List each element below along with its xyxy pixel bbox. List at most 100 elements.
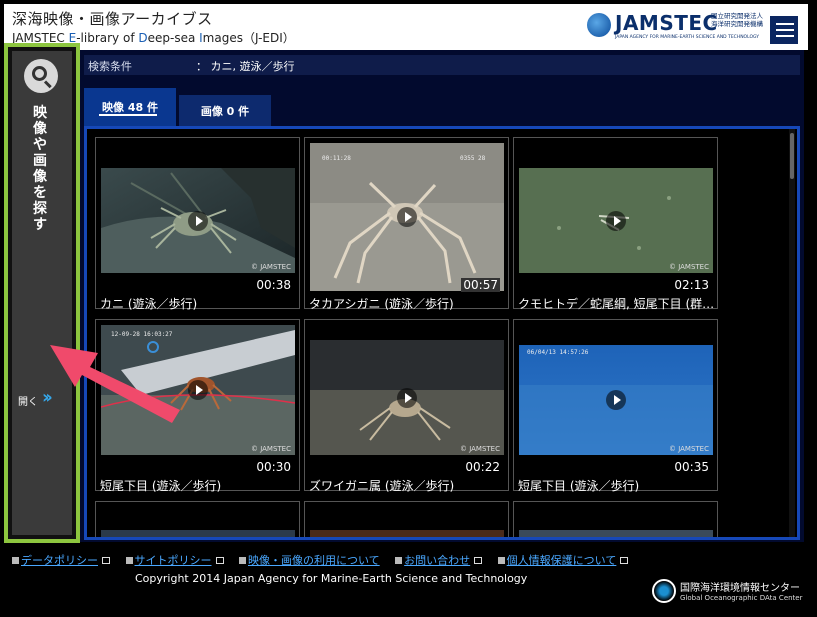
video-caption[interactable]: ズワイガニ属 (遊泳／歩行)	[309, 477, 507, 494]
lens-shape	[32, 66, 47, 81]
search-condition-bar: 検索条件 ： カニ, 遊泳／歩行	[84, 55, 800, 75]
external-link-icon	[102, 557, 110, 564]
video-thumbnail[interactable]: 06/04/13 14:57:26 © JAMSTEC	[519, 345, 713, 455]
footer-link-label: サイトポリシー	[134, 554, 212, 567]
site-footer: データポリシー サイトポリシー 映像・画像の利用について お問い合わせ 個人情報…	[0, 545, 817, 617]
tab-images[interactable]: 画像 0 件	[179, 95, 271, 126]
logo-jp-line1: 国立研究開発法人	[711, 12, 763, 20]
menu-button[interactable]	[768, 14, 800, 46]
video-caption[interactable]: カニ (遊泳／歩行)	[100, 295, 298, 312]
video-card[interactable]: © JAMSTEC 02:13 クモヒトデ／蛇尾綱, 短尾下目 (群集,…	[513, 137, 718, 312]
scrollbar-thumb[interactable]	[790, 133, 794, 179]
square-bullet-icon	[12, 557, 19, 564]
logo-jp-line2: 海洋研究開発機構	[711, 20, 763, 28]
video-card[interactable]	[304, 501, 509, 537]
tab-underline	[99, 114, 157, 116]
video-duration: 00:35	[674, 460, 709, 474]
play-icon	[188, 210, 208, 231]
hamburger-icon	[776, 23, 794, 25]
video-duration: 00:38	[256, 278, 291, 292]
video-thumbnail[interactable]	[101, 530, 295, 537]
logo-jp: 国立研究開発法人 海洋研究開発機構	[679, 12, 763, 28]
watermark: © JAMSTEC	[250, 263, 291, 271]
scrollbar[interactable]	[789, 129, 795, 537]
footer-link-usage[interactable]: 映像・画像の利用について	[239, 552, 380, 568]
external-link-icon	[474, 557, 483, 564]
square-bullet-icon	[497, 557, 505, 564]
watermark: © JAMSTEC	[668, 263, 709, 271]
video-caption[interactable]: 短尾下目 (遊泳／歩行)	[100, 477, 298, 494]
video-card[interactable]	[95, 501, 300, 537]
square-bullet-icon	[125, 557, 133, 564]
jamstec-logo[interactable]: JAMSTEC 国立研究開発法人 海洋研究開発機構 JAPAN AGENCY F…	[587, 11, 767, 45]
globe-icon	[587, 13, 611, 37]
search-condition-value: ： カニ, 遊泳／歩行	[196, 60, 295, 73]
footer-link-data-policy[interactable]: データポリシー	[12, 552, 110, 568]
video-card[interactable]: 00:11:28 0355 28 00:57 タカアシガニ (遊泳／歩行)	[304, 137, 509, 312]
double-chevron-right-icon[interactable]: ››	[42, 387, 53, 408]
site-header: 深海映像・画像アーカイブス JAMSTEC E-library of Deep-…	[4, 4, 808, 50]
video-caption[interactable]: クモヒトデ／蛇尾綱, 短尾下目 (群集,…	[518, 295, 716, 312]
play-icon	[606, 210, 626, 231]
copyright: Copyright 2014 Japan Agency for Marine-E…	[135, 572, 528, 585]
watermark: © JAMSTEC	[250, 445, 291, 453]
play-icon	[397, 387, 417, 408]
play-icon	[397, 207, 417, 227]
video-caption[interactable]: 短尾下目 (遊泳／歩行)	[518, 477, 716, 494]
video-thumbnail[interactable]: © JAMSTEC	[101, 168, 295, 273]
footer-link-label: お問い合わせ	[404, 554, 471, 567]
video-grid: © JAMSTEC 00:38 カニ (遊泳／歩行) 00:11:28 0355…	[84, 126, 800, 540]
goda-en: Global Oceanographic DAta Center	[680, 594, 803, 602]
video-thumbnail[interactable]	[310, 530, 504, 537]
footer-link-contact[interactable]: お問い合わせ	[395, 552, 483, 568]
video-thumbnail[interactable]: 00:11:28 0355 28	[310, 143, 504, 291]
video-card[interactable]	[513, 501, 718, 537]
open-label[interactable]: 開く	[18, 393, 38, 408]
subtitle-part: -library of	[76, 31, 139, 45]
external-link-icon	[620, 557, 629, 564]
square-bullet-icon	[239, 557, 246, 564]
tab-videos-label: 映像 48 件	[102, 101, 158, 114]
subtitle-part: mages（J-EDI）	[202, 31, 295, 45]
goda-jp: 国際海洋環境情報センター	[680, 583, 800, 594]
page: 深海映像・画像アーカイブス JAMSTEC E-library of Deep-…	[0, 0, 817, 617]
annotation-arrow-icon	[50, 345, 180, 423]
sidebar-label: 映像や画像を探す	[33, 105, 47, 233]
video-duration: 00:30	[256, 460, 291, 474]
footer-link-label: 映像・画像の利用について	[248, 554, 380, 567]
video-card[interactable]: © JAMSTEC 00:38 カニ (遊泳／歩行)	[95, 137, 300, 312]
footer-link-label: データポリシー	[21, 554, 98, 567]
osd-date: 06/04/13 14:57:26	[527, 349, 589, 356]
video-card[interactable]: © JAMSTEC 00:22 ズワイガニ属 (遊泳／歩行)	[304, 319, 509, 494]
subtitle-part: eep-sea	[147, 31, 200, 45]
video-thumbnail[interactable]: © JAMSTEC	[310, 340, 504, 455]
site-title[interactable]: 深海映像・画像アーカイブス	[12, 8, 213, 29]
tab-images-label: 画像 0 件	[200, 105, 250, 118]
play-icon	[606, 390, 626, 410]
video-duration: 00:22	[465, 460, 500, 474]
search-icon[interactable]	[24, 59, 58, 93]
hamburger-icon	[776, 35, 794, 37]
goda-logo[interactable]: 国際海洋環境情報センター Global Oceanographic DAta C…	[652, 577, 812, 605]
osd-code: 0355 28	[460, 155, 486, 162]
watermark: © JAMSTEC	[459, 445, 500, 453]
osd-time: 00:11:28	[322, 155, 351, 162]
hamburger-icon	[776, 29, 794, 31]
video-card[interactable]: 06/04/13 14:57:26 © JAMSTEC 00:35 短尾下目 (…	[513, 319, 718, 494]
search-sidebar[interactable]: 映像や画像を探す 開く ››	[4, 43, 80, 543]
video-thumbnail[interactable]: © JAMSTEC	[519, 168, 713, 273]
footer-link-label: 個人情報保護について	[506, 554, 617, 567]
video-caption[interactable]: タカアシガニ (遊泳／歩行)	[309, 295, 507, 312]
watermark: © JAMSTEC	[668, 445, 709, 453]
footer-link-privacy[interactable]: 個人情報保護について	[497, 552, 629, 568]
goda-emblem-icon	[652, 579, 676, 603]
logo-en: JAPAN AGENCY FOR MARINE-EARTH SCIENCE AN…	[615, 35, 760, 40]
external-link-icon	[215, 557, 224, 564]
subtitle-part: D	[138, 31, 148, 45]
search-condition-label: 検索条件	[88, 60, 132, 73]
tab-videos[interactable]: 映像 48 件	[84, 88, 176, 126]
video-thumbnail[interactable]	[519, 530, 713, 537]
sidebar-panel: 映像や画像を探す 開く ››	[12, 51, 72, 535]
footer-link-site-policy[interactable]: サイトポリシー	[125, 552, 224, 568]
video-duration: 02:13	[674, 278, 709, 292]
